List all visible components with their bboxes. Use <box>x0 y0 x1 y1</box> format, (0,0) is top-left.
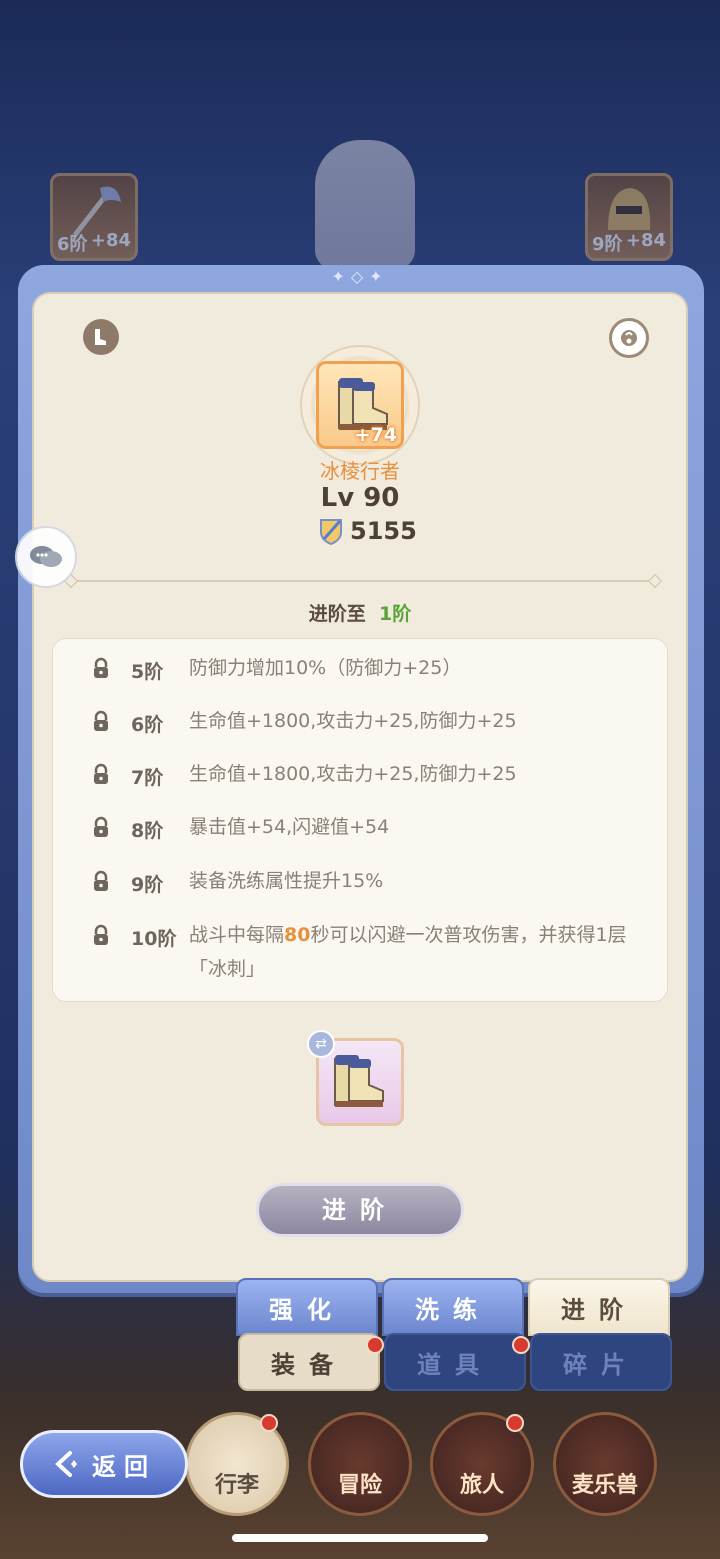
equipped-helmet-slot[interactable]: 9阶 +84 <box>585 173 673 261</box>
lock-icon <box>91 870 113 897</box>
boots-icon[interactable] <box>83 319 119 355</box>
tier-label: 7阶 <box>131 767 164 789</box>
swap-icon[interactable]: ⇄ <box>307 1030 335 1058</box>
item-name: 冰棱行者 <box>320 459 400 483</box>
nav-travelers-label: 旅人 <box>459 1473 504 1498</box>
lock-icon <box>91 657 113 684</box>
shield-sword-icon <box>320 519 342 545</box>
equipped-weapon-slot[interactable]: 6阶 +84 <box>50 173 138 261</box>
tier-label: 5阶 <box>131 661 164 683</box>
nav-adventure[interactable]: 冒险 <box>308 1412 412 1516</box>
notification-dot <box>512 1336 530 1354</box>
tier-desc: 生命值+1800,攻击力+25,防御力+25 <box>189 763 517 785</box>
lock-icon <box>91 763 113 790</box>
tier-row: 5阶 防御力增加10%（防御力+25） <box>91 657 647 685</box>
nav-pets-label: 麦乐兽 <box>571 1473 638 1498</box>
tier-label: 10阶 <box>131 928 177 950</box>
back-button-label: 返回 <box>92 1452 156 1481</box>
tier-desc: 暴击值+54,闪避值+54 <box>189 816 390 838</box>
subtab-fragments[interactable]: 碎片 <box>530 1333 672 1391</box>
divider <box>72 580 654 582</box>
nav-adventure-label: 冒险 <box>337 1473 382 1498</box>
tier-label: 6阶 <box>131 714 164 736</box>
notification-dot <box>366 1336 384 1354</box>
notification-dot <box>260 1414 278 1432</box>
tier-row: 8阶 暴击值+54,闪避值+54 <box>91 816 647 844</box>
tier-row: 7阶 生命值+1800,攻击力+25,防御力+25 <box>91 763 647 791</box>
item-plus-level: +74 <box>354 424 397 446</box>
tier-row: 9阶 装备洗练属性提升15% <box>91 870 647 898</box>
tier-desc: 战斗中每隔80秒可以闪避一次普攻伤害，并获得1层「冰刺」 <box>189 924 627 980</box>
notification-dot <box>506 1414 524 1432</box>
lock-icon <box>91 710 113 737</box>
chat-icon[interactable] <box>15 526 77 588</box>
tier-row: 6阶 生命值+1800,攻击力+25,防御力+25 <box>91 710 647 738</box>
tier-row: 10阶 战斗中每隔80秒可以闪避一次普攻伤害，并获得1层「冰刺」 <box>91 924 647 986</box>
back-arrow-icon <box>55 1451 77 1477</box>
tier-label: 9阶 <box>131 874 164 896</box>
tab-enhance[interactable]: 强化 <box>236 1278 378 1336</box>
advance-target: 进阶至 1阶 <box>0 599 720 626</box>
advance-target-tier: 1阶 <box>379 603 412 625</box>
modal-top-ornament: ✦◇✦ <box>331 267 389 286</box>
tier-list: 5阶 防御力增加10%（防御力+25） 6阶 生命值+1800,攻击力+25,防… <box>52 638 668 1002</box>
tier-desc: 装备洗练属性提升15% <box>189 870 384 892</box>
lock-icon <box>91 816 113 843</box>
item-icon[interactable]: +74 <box>316 361 404 449</box>
lock-icon <box>91 924 113 951</box>
tab-advance[interactable]: 进阶 <box>528 1278 670 1336</box>
slot-tier: 6阶 <box>57 234 88 255</box>
tier-desc: 防御力增加10%（防御力+25） <box>189 657 462 679</box>
help-icon[interactable] <box>609 318 649 358</box>
subtab-equipment[interactable]: 装备 <box>238 1333 380 1391</box>
home-indicator <box>232 1534 488 1542</box>
back-button[interactable]: 返回 <box>20 1430 188 1498</box>
tier-desc: 生命值+1800,攻击力+25,防御力+25 <box>189 710 517 732</box>
nav-bag-label: 行李 <box>214 1473 259 1498</box>
slot-plus: +84 <box>625 230 666 251</box>
item-level: Lv 90 <box>320 483 400 513</box>
slot-plus: +84 <box>90 230 131 251</box>
slot-tier: 9阶 <box>592 234 623 255</box>
tier-desc-highlight: 80 <box>284 924 311 946</box>
advance-prefix: 进阶至 <box>308 603 366 625</box>
subtab-items[interactable]: 道具 <box>384 1333 526 1391</box>
power-value: 5155 <box>350 517 417 545</box>
advance-button[interactable]: 进阶 <box>256 1183 464 1237</box>
nav-pets[interactable]: 麦乐兽 <box>553 1412 657 1516</box>
item-power: 5155 <box>318 517 417 545</box>
background-character <box>315 140 415 270</box>
tier-label: 8阶 <box>131 820 164 842</box>
tab-refine[interactable]: 洗练 <box>382 1278 524 1336</box>
